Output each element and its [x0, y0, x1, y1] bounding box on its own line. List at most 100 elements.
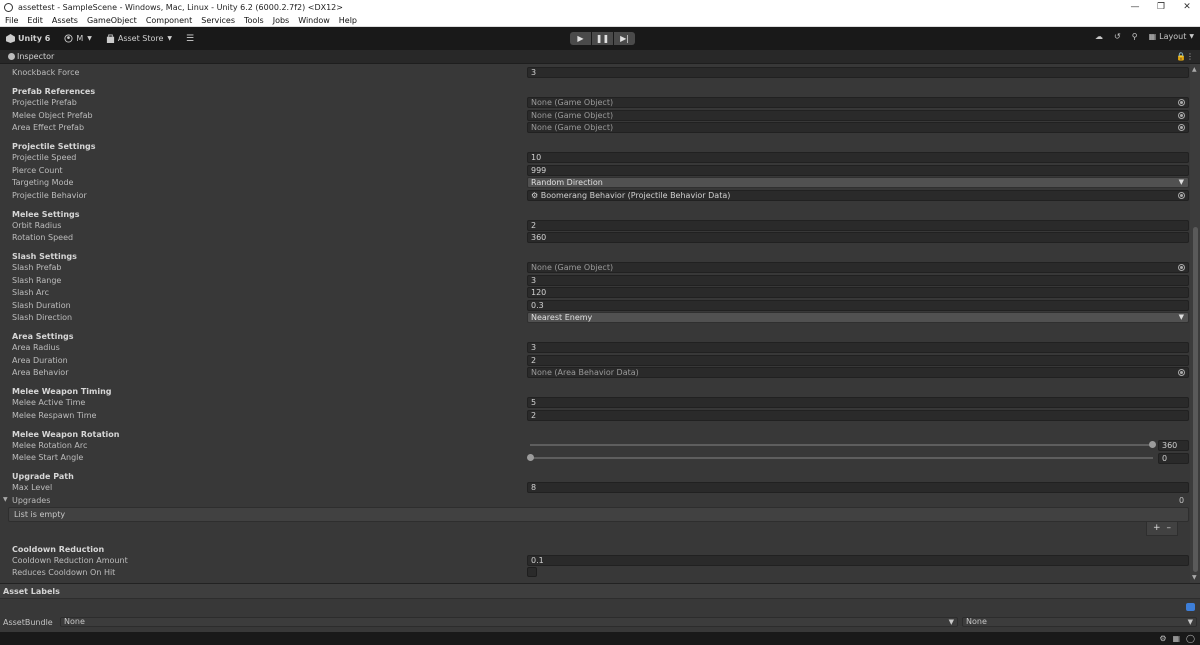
slash-direction-row: Slash Direction Nearest Enemy ▼ [0, 312, 1190, 324]
area-radius-field[interactable]: 3 [527, 342, 1189, 353]
menu-help[interactable]: Help [334, 16, 361, 25]
close-icon[interactable]: ✕ [1174, 0, 1200, 14]
pierce-count-row: Pierce Count 999 [0, 165, 1190, 177]
assetbundle-dropdown[interactable]: None ▼ [60, 617, 958, 627]
area-behavior-field[interactable]: None (Area Behavior Data) [527, 367, 1189, 378]
unity-version-button[interactable]: Unity 6 [6, 34, 50, 43]
melee-start-angle-slider[interactable] [530, 457, 1153, 459]
menu-lines-icon: ☰ [186, 33, 195, 44]
reduces-cooldown-on-hit-checkbox[interactable] [527, 567, 537, 577]
minimize-icon[interactable]: — [1122, 0, 1148, 14]
label-tag-icon[interactable] [1186, 603, 1195, 611]
area-duration-row: Area Duration 2 [0, 355, 1190, 367]
object-picker-icon[interactable] [1178, 124, 1185, 131]
pause-icon: ❚❚ [595, 34, 610, 43]
chevron-down-icon: ▼ [1178, 313, 1184, 321]
menu-gameobject[interactable]: GameObject [82, 16, 141, 25]
orbit-radius-field[interactable]: 2 [527, 220, 1189, 231]
projectile-speed-field[interactable]: 10 [527, 152, 1189, 163]
upgrades-foldout[interactable]: ▼ Upgrades 0 [0, 495, 1190, 507]
object-picker-icon[interactable] [1178, 369, 1185, 376]
slash-arc-row: Slash Arc 120 [0, 287, 1190, 299]
scroll-down-icon[interactable]: ▼ [1192, 574, 1197, 581]
melee-rotation-arc-slider[interactable] [530, 444, 1153, 446]
rotation-speed-field[interactable]: 360 [527, 232, 1189, 243]
melee-object-prefab-field[interactable]: None (Game Object) [527, 110, 1189, 121]
inspector-tab-label: Inspector [17, 52, 55, 61]
packages-button[interactable]: ☰ [186, 34, 194, 44]
slash-arc-field[interactable]: 120 [527, 287, 1189, 298]
melee-rotation-arc-field[interactable]: 360 [1158, 440, 1189, 451]
menu-file[interactable]: File [0, 16, 22, 25]
window-title: assettest - SampleScene - Windows, Mac, … [18, 2, 343, 12]
orbit-radius-row: Orbit Radius 2 [0, 220, 1190, 232]
slash-direction-dropdown[interactable]: Nearest Enemy ▼ [527, 312, 1189, 323]
slash-prefab-row: Slash Prefab None (Game Object) [0, 262, 1190, 274]
menu-component[interactable]: Component [141, 16, 196, 25]
slash-range-field[interactable]: 3 [527, 275, 1189, 286]
menu-window[interactable]: Window [293, 16, 334, 25]
area-effect-prefab-field[interactable]: None (Game Object) [527, 122, 1189, 133]
pause-button[interactable]: ❚❚ [592, 32, 613, 45]
cooldown-reduction-amount-field[interactable]: 0.1 [527, 555, 1189, 566]
melee-rotation-arc-slider-handle[interactable] [1149, 441, 1156, 448]
max-level-row: Max Level 8 [0, 482, 1190, 494]
asset-store-button[interactable]: Asset Store ▼ [106, 34, 172, 43]
object-picker-icon[interactable] [1178, 192, 1185, 199]
assetbundle-variant-dropdown[interactable]: None ▼ [962, 617, 1197, 627]
inspector-tab[interactable]: Inspector 🔒⋮ [0, 50, 1200, 64]
object-picker-icon[interactable] [1178, 112, 1185, 119]
knockback-force-field[interactable]: 3 [527, 67, 1189, 78]
progress-icon[interactable]: ◯ [1186, 634, 1195, 643]
section-cooldown-reduction: Cooldown Reduction [12, 545, 105, 554]
maximize-icon[interactable]: ❐ [1148, 0, 1174, 14]
chevron-down-icon: ▼ [1189, 33, 1194, 40]
section-melee-settings: Melee Settings [12, 210, 80, 219]
layout-dropdown[interactable]: ▦ Layout ▼ [1149, 32, 1194, 41]
list-add-remove: + – [1146, 522, 1178, 536]
add-element-button[interactable]: + [1153, 522, 1161, 535]
scroll-up-icon[interactable]: ▲ [1192, 66, 1197, 73]
upgrades-list: List is empty [8, 507, 1189, 522]
menu-tools[interactable]: Tools [239, 16, 268, 25]
cooldown-reduction-amount-row: Cooldown Reduction Amount 0.1 [0, 555, 1190, 567]
remove-element-button[interactable]: – [1167, 522, 1172, 535]
melee-start-angle-field[interactable]: 0 [1158, 453, 1189, 464]
area-duration-field[interactable]: 2 [527, 355, 1189, 366]
play-button[interactable]: ▶ [570, 32, 591, 45]
melee-start-angle-slider-handle[interactable] [527, 454, 534, 461]
targeting-mode-dropdown[interactable]: Random Direction ▼ [527, 177, 1189, 188]
menu-services[interactable]: Services [196, 16, 239, 25]
pierce-count-field[interactable]: 999 [527, 165, 1189, 176]
foldout-arrow-icon[interactable]: ▼ [3, 496, 8, 503]
step-button[interactable]: ▶| [614, 32, 635, 45]
upgrades-count[interactable]: 0 [1179, 496, 1184, 505]
status-bar: ⚙ ▦ ◯ [0, 632, 1200, 645]
cloud-icon[interactable]: ☁ [1095, 32, 1103, 41]
account-button[interactable]: M ▼ [64, 34, 92, 43]
menu-edit[interactable]: Edit [22, 16, 47, 25]
search-icon[interactable]: ⚲ [1132, 32, 1138, 41]
projectile-prefab-field[interactable]: None (Game Object) [527, 97, 1189, 108]
store-bag-icon [106, 34, 114, 43]
bug-icon[interactable]: ⚙ [1159, 634, 1166, 643]
melee-respawn-time-field[interactable]: 2 [527, 410, 1189, 421]
menu-assets[interactable]: Assets [47, 16, 82, 25]
section-projectile-settings: Projectile Settings [12, 142, 96, 151]
history-icon[interactable]: ↺ [1114, 32, 1121, 41]
object-picker-icon[interactable] [1178, 99, 1185, 106]
lock-menu-icons[interactable]: 🔒⋮ [1176, 52, 1194, 61]
object-picker-icon[interactable] [1178, 264, 1185, 271]
max-level-field[interactable]: 8 [527, 482, 1189, 493]
inspector-scrollbar[interactable]: ▲ ▼ [1190, 64, 1200, 583]
play-controls: ▶ ❚❚ ▶| [570, 32, 635, 45]
projectile-behavior-field[interactable]: ⚙ Boomerang Behavior (Projectile Behavio… [527, 190, 1189, 201]
slash-duration-field[interactable]: 0.3 [527, 300, 1189, 311]
asset-labels-header[interactable]: Asset Labels [0, 583, 1200, 599]
scrollbar-thumb[interactable] [1193, 227, 1198, 572]
melee-active-time-field[interactable]: 5 [527, 397, 1189, 408]
info-icon [8, 53, 15, 60]
slash-prefab-field[interactable]: None (Game Object) [527, 262, 1189, 273]
layers-icon[interactable]: ▦ [1172, 634, 1180, 643]
menu-jobs[interactable]: Jobs [268, 16, 294, 25]
